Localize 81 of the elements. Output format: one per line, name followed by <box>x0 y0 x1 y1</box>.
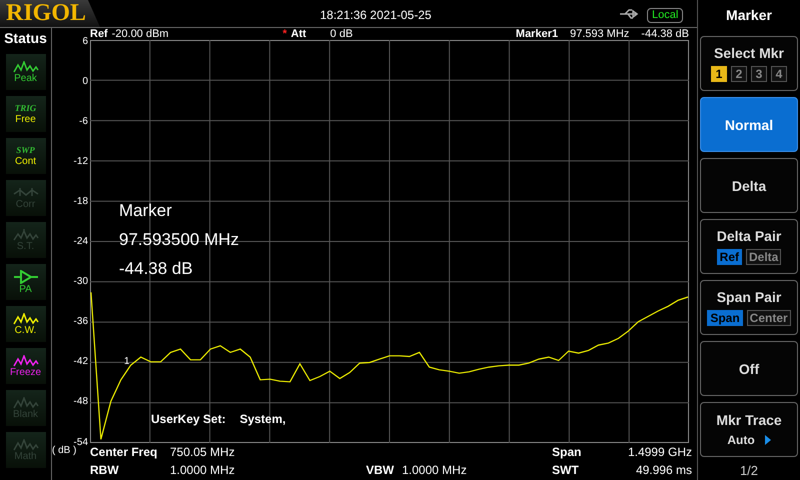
status-tile[interactable]: Freeze <box>6 348 46 384</box>
axis-tick-label: 0 <box>82 76 88 87</box>
status-label: Freeze <box>10 366 42 378</box>
status-label: Cont <box>14 156 36 167</box>
att-modified-label: * <box>282 28 287 40</box>
axis-tick-label: 6 <box>82 36 88 46</box>
menu-button[interactable]: Off <box>700 341 798 396</box>
axis-tick-label: -42 <box>74 356 88 368</box>
remote-status-badge: Local <box>647 8 684 23</box>
brand-logo: RIGOL <box>0 0 100 27</box>
axis-tick-label: -24 <box>74 236 88 247</box>
menu-label: Select Mkr <box>714 45 784 61</box>
axis-tick-label: -54 <box>74 436 88 448</box>
menu-label: Delta Pair <box>716 228 782 244</box>
status-title: Status <box>4 30 47 46</box>
axis-unit: ( dB ) <box>52 445 76 458</box>
param-value: 49.996 ms <box>634 463 692 477</box>
param-value: 1.0000 MHz <box>402 463 468 477</box>
marker-readout: -44.38 dB <box>119 258 194 280</box>
param-label: RBW <box>90 463 120 477</box>
status-label: Free <box>15 114 36 125</box>
axis-tick-label: -30 <box>74 276 88 288</box>
att-label: Att <box>290 28 306 40</box>
ref-level: -20.00 dBm <box>112 28 169 40</box>
spectrum-icon <box>12 60 38 72</box>
marker-number-button[interactable]: 3 <box>751 66 767 82</box>
caret-icon <box>764 435 771 445</box>
marker-readout: 97.593500 MHz <box>119 229 240 251</box>
param-value: 1.0000 MHz <box>170 463 236 477</box>
usb-icon <box>620 8 640 20</box>
axis-tick-label: -6 <box>79 116 88 127</box>
toggle-option[interactable]: Span <box>707 310 743 326</box>
param-label: Center Freq <box>90 445 158 459</box>
toggle-option[interactable]: Center <box>746 310 791 326</box>
status-label: Peak <box>14 72 37 84</box>
marker-number: 1 <box>124 356 130 367</box>
spectrum-icon <box>12 354 38 366</box>
status-tile[interactable]: C.W. <box>6 306 46 342</box>
marker-label: Marker1 <box>516 28 558 40</box>
menu-button[interactable]: Normal <box>700 97 798 152</box>
status-tag: TRIG <box>14 103 36 114</box>
marker-amplitude: -44.38 dB <box>641 28 689 40</box>
spectrum-icon <box>12 312 38 324</box>
spectrum-icon <box>12 438 38 450</box>
page-indicator: 1/2 <box>740 463 758 478</box>
marker-number-button[interactable]: 2 <box>731 66 747 82</box>
status-tile[interactable]: SWP Cont <box>6 138 46 174</box>
status-tile[interactable]: TRIG Free <box>6 96 46 132</box>
toggle-option[interactable]: Ref <box>716 249 742 265</box>
marker-frequency: 97.593 MHz <box>570 28 630 40</box>
status-tile[interactable]: Peak <box>6 54 46 90</box>
menu-button[interactable]: Mkr Trace Auto <box>700 402 798 457</box>
param-value: 750.05 MHz <box>170 445 236 459</box>
axis-tick-label: -48 <box>74 396 88 408</box>
menu-title: Marker <box>726 6 772 25</box>
status-label: PA <box>19 284 32 294</box>
att-value: 0 dB <box>330 28 353 40</box>
spectrum-icon <box>12 396 38 408</box>
spectrum-icon <box>12 228 38 240</box>
userkey-label: UserKey Set: <box>151 412 226 426</box>
axis-tick-label: -36 <box>74 316 88 328</box>
toggle-option[interactable]: Delta <box>746 249 782 265</box>
status-label: C.W. <box>14 324 36 336</box>
ref-label: Ref <box>90 28 108 40</box>
axis-tick-label: -18 <box>74 196 88 207</box>
menu-label: Span Pair <box>716 289 782 305</box>
menu-button[interactable]: Delta <box>700 158 798 213</box>
param-label: Span <box>552 445 582 459</box>
amplifier-icon <box>12 270 38 284</box>
marker-number-button[interactable]: 1 <box>711 66 727 82</box>
status-tile[interactable]: PA <box>6 264 46 300</box>
marker-number-button[interactable]: 4 <box>771 66 787 82</box>
status-tag: SWP <box>16 145 35 156</box>
axis-tick-label: -12 <box>74 156 88 167</box>
param-label: VBW <box>365 463 395 477</box>
param-label: SWT <box>552 463 580 477</box>
correction-icon <box>12 186 38 198</box>
date-time: 18:21:36 2021-05-25 <box>320 8 432 22</box>
marker-readout: Marker <box>119 200 173 222</box>
userkey-value: System, <box>240 412 286 426</box>
param-value: 1.4999 GHz <box>626 445 692 459</box>
